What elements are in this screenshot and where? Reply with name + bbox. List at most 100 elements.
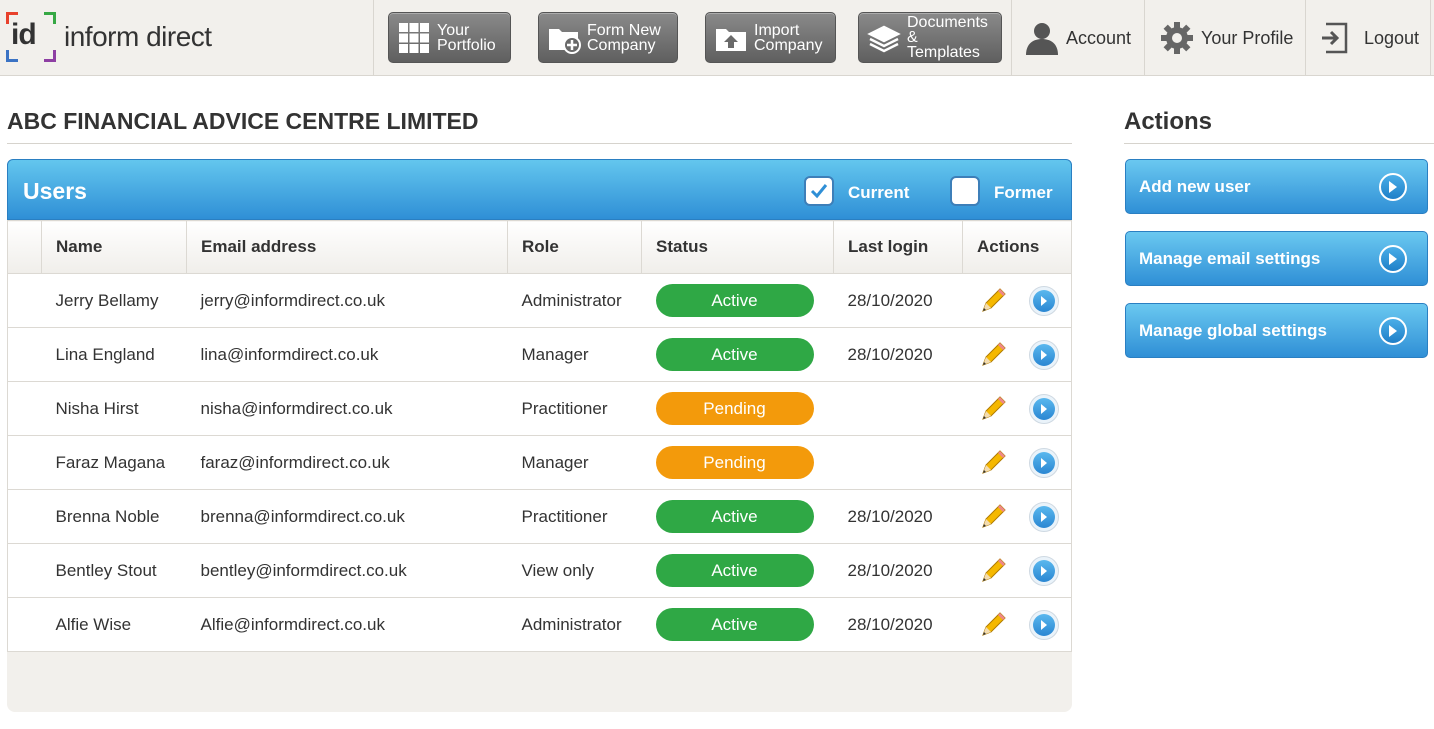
arrow-right-icon bbox=[1032, 343, 1055, 366]
user-last-login: 28/10/2020 bbox=[833, 489, 963, 544]
users-table: Name Email address Role Status Last logi… bbox=[7, 220, 1072, 652]
view-user-button[interactable] bbox=[1028, 339, 1059, 370]
select-cell bbox=[7, 543, 42, 598]
manage-global-settings-label: Manage global settings bbox=[1139, 320, 1327, 340]
view-user-button[interactable] bbox=[1028, 555, 1059, 586]
users-panel-header: Users Current Former bbox=[7, 159, 1072, 220]
status-cell: Pending bbox=[641, 381, 834, 436]
actions-cell bbox=[962, 435, 1072, 490]
user-last-login bbox=[833, 381, 963, 436]
status-cell: Active bbox=[641, 543, 834, 598]
user-last-login: 28/10/2020 bbox=[833, 273, 963, 328]
column-header-status[interactable]: Status bbox=[641, 220, 834, 274]
manage-global-settings-button[interactable]: Manage global settings bbox=[1125, 303, 1428, 358]
pencil-edit-icon[interactable] bbox=[977, 339, 1009, 371]
user-name: Alfie Wise bbox=[41, 597, 187, 652]
arrow-right-icon bbox=[1032, 613, 1055, 636]
table-row: Lina England lina@informdirect.co.uk Manag… bbox=[7, 327, 1072, 382]
former-filter-label[interactable]: Former bbox=[994, 183, 1053, 203]
import-company-button[interactable]: Import Company bbox=[705, 12, 836, 63]
status-cell: Active bbox=[641, 489, 834, 544]
grid-icon bbox=[399, 22, 429, 53]
logo-mark-icon: id bbox=[6, 12, 56, 62]
logout-link[interactable]: Logout bbox=[1320, 0, 1419, 76]
view-user-button[interactable] bbox=[1028, 447, 1059, 478]
user-email: lina@informdirect.co.uk bbox=[186, 327, 508, 382]
pencil-edit-icon[interactable] bbox=[977, 447, 1009, 479]
logout-icon bbox=[1322, 22, 1348, 54]
view-user-button[interactable] bbox=[1028, 393, 1059, 424]
actions-cell bbox=[962, 273, 1072, 328]
select-cell bbox=[7, 489, 42, 544]
status-badge: Pending bbox=[655, 392, 814, 425]
user-role: Administrator bbox=[507, 597, 642, 652]
pencil-edit-icon[interactable] bbox=[977, 285, 1009, 317]
view-user-button[interactable] bbox=[1028, 609, 1059, 640]
user-role: Practitioner bbox=[507, 381, 642, 436]
form-new-company-button[interactable]: Form New Company bbox=[538, 12, 678, 63]
user-role: Practitioner bbox=[507, 489, 642, 544]
documents-stack-icon bbox=[867, 25, 901, 52]
status-badge: Active bbox=[655, 500, 814, 533]
account-link[interactable]: Account bbox=[1024, 0, 1131, 76]
select-cell bbox=[7, 381, 42, 436]
manage-email-settings-button[interactable]: Manage email settings bbox=[1125, 231, 1428, 286]
user-email: faraz@informdirect.co.uk bbox=[186, 435, 508, 490]
user-role: Manager bbox=[507, 435, 642, 490]
status-cell: Active bbox=[641, 597, 834, 652]
your-portfolio-button[interactable]: Your Portfolio bbox=[388, 12, 511, 63]
your-profile-link[interactable]: Your Profile bbox=[1159, 0, 1293, 76]
checkmark-icon bbox=[810, 184, 828, 199]
top-navigation-bar: id inform direct Your Portfolio Form New… bbox=[0, 0, 1434, 76]
arrow-right-icon bbox=[1032, 505, 1055, 528]
user-name: Bentley Stout bbox=[41, 543, 187, 598]
arrow-right-icon bbox=[1032, 559, 1055, 582]
user-role: View only bbox=[507, 543, 642, 598]
pencil-edit-icon[interactable] bbox=[977, 555, 1009, 587]
user-silhouette-icon bbox=[1026, 23, 1058, 55]
documents-templates-button[interactable]: Documents & Templates bbox=[858, 12, 1002, 63]
pencil-edit-icon[interactable] bbox=[977, 393, 1009, 425]
user-name: Nisha Hirst bbox=[41, 381, 187, 436]
column-header-name[interactable]: Name bbox=[41, 220, 187, 274]
current-checkbox[interactable] bbox=[804, 176, 834, 206]
arrow-right-icon bbox=[1032, 289, 1055, 312]
pencil-edit-icon[interactable] bbox=[977, 609, 1009, 641]
select-cell bbox=[7, 273, 42, 328]
status-cell: Pending bbox=[641, 435, 834, 490]
user-email: bentley@informdirect.co.uk bbox=[186, 543, 508, 598]
select-column-header bbox=[7, 220, 42, 274]
user-name: Brenna Noble bbox=[41, 489, 187, 544]
actions-cell bbox=[962, 597, 1072, 652]
status-badge: Active bbox=[655, 608, 814, 641]
arrow-right-icon bbox=[1032, 397, 1055, 420]
arrow-right-icon bbox=[1379, 173, 1407, 201]
arrow-right-icon bbox=[1379, 317, 1407, 345]
table-row: Alfie Wise Alfie@informdirect.co.uk Admini… bbox=[7, 597, 1072, 652]
add-new-user-button[interactable]: Add new user bbox=[1125, 159, 1428, 214]
view-user-button[interactable] bbox=[1028, 501, 1059, 532]
user-name: Jerry Bellamy bbox=[41, 273, 187, 328]
select-cell bbox=[7, 597, 42, 652]
logo-mark-text: id bbox=[11, 18, 37, 51]
documents-templates-label: Documents & Templates bbox=[907, 14, 988, 61]
view-user-button[interactable] bbox=[1028, 285, 1059, 316]
actions-cell bbox=[962, 381, 1072, 436]
arrow-right-icon bbox=[1379, 245, 1407, 273]
current-filter-label[interactable]: Current bbox=[848, 183, 909, 203]
actions-cell bbox=[962, 327, 1072, 382]
folder-import-icon bbox=[716, 28, 746, 51]
status-badge: Pending bbox=[655, 446, 814, 479]
users-heading: Users bbox=[23, 178, 87, 204]
inform-direct-logo[interactable]: id inform direct bbox=[6, 12, 212, 62]
user-email: nisha@informdirect.co.uk bbox=[186, 381, 508, 436]
manage-email-settings-label: Manage email settings bbox=[1139, 248, 1321, 268]
user-email: jerry@informdirect.co.uk bbox=[186, 273, 508, 328]
column-header-role[interactable]: Role bbox=[507, 220, 642, 274]
table-row: Brenna Noble brenna@informdirect.co.uk Pra… bbox=[7, 489, 1072, 544]
pencil-edit-icon[interactable] bbox=[977, 501, 1009, 533]
column-header-email[interactable]: Email address bbox=[186, 220, 508, 274]
company-title: ABC FINANCIAL ADVICE CENTRE LIMITED bbox=[7, 108, 479, 134]
former-checkbox[interactable] bbox=[950, 176, 980, 206]
column-header-last-login[interactable]: Last login bbox=[833, 220, 963, 274]
